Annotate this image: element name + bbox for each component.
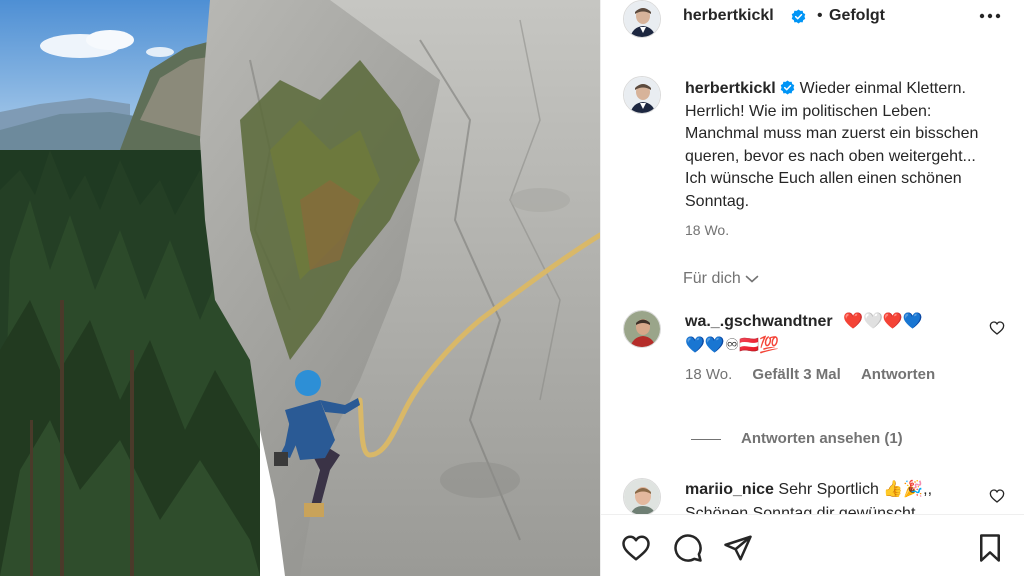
paper-plane-icon[interactable] [723,533,753,563]
verified-badge-icon [780,80,795,95]
heart-icon[interactable] [989,488,1005,504]
comment-timestamp[interactable]: 18 Wo. [685,366,732,383]
follow-status-button[interactable]: Gefolgt [829,7,885,25]
heart-icon[interactable] [989,320,1005,336]
comment-meta: 18 Wo. Gefällt 3 Mal Antworten [685,366,951,383]
chevron-down-icon [745,275,759,283]
author-avatar[interactable] [623,0,661,38]
caption-text: Wieder einmal Klettern. Herrlich! Wie im… [685,80,979,210]
post-header: herbertkickl • Gefolgt [601,0,1024,38]
heart-icon[interactable] [621,533,651,563]
comment-text-block: wa._.gschwandtner ❤️🤍❤️💙 💙💙♾🇦🇹💯 [685,310,975,358]
commenter-avatar[interactable] [623,310,661,348]
comment-icon[interactable] [673,533,703,563]
author-username[interactable]: herbertkickl [683,7,774,25]
view-replies-label: Antworten ansehen (1) [741,430,903,447]
caption-timestamp[interactable]: 18 Wo. [685,222,729,238]
view-replies-button[interactable]: Antworten ansehen (1) [691,430,903,447]
climbing-photo [0,0,600,576]
bookmark-icon[interactable] [975,533,1005,563]
caption-text-block: herbertkickl Wieder einmal Klettern. Her… [685,78,997,213]
comment-text: ❤️🤍❤️💙 [843,313,923,330]
post-photo[interactable] [0,0,600,576]
verified-badge-icon [791,9,806,24]
post-action-bar [601,514,1024,576]
header-separator: • [817,7,823,24]
comment-sort-label: Für dich [683,270,741,287]
comment-likes-count[interactable]: Gefällt 3 Mal [752,366,840,383]
comment-text-continued: 💙💙♾🇦🇹💯 [685,337,780,354]
comment-sort-dropdown[interactable]: Für dich [683,270,759,288]
caption-username[interactable]: herbertkickl [685,80,776,97]
post-side-panel: herbertkickl • Gefolgt herbertkickl Wied… [600,0,1024,576]
comment-text: Sehr Sportlich 👍🎉,, [778,481,933,498]
comment-username[interactable]: wa._.gschwandtner [685,313,833,330]
comment-username[interactable]: mariio_nice [685,481,774,498]
more-horizontal-icon[interactable] [975,4,1005,28]
commenter-avatar[interactable] [623,478,661,516]
replies-divider-line [691,438,721,440]
caption-author-avatar[interactable] [623,76,661,114]
reply-button[interactable]: Antworten [861,366,935,383]
